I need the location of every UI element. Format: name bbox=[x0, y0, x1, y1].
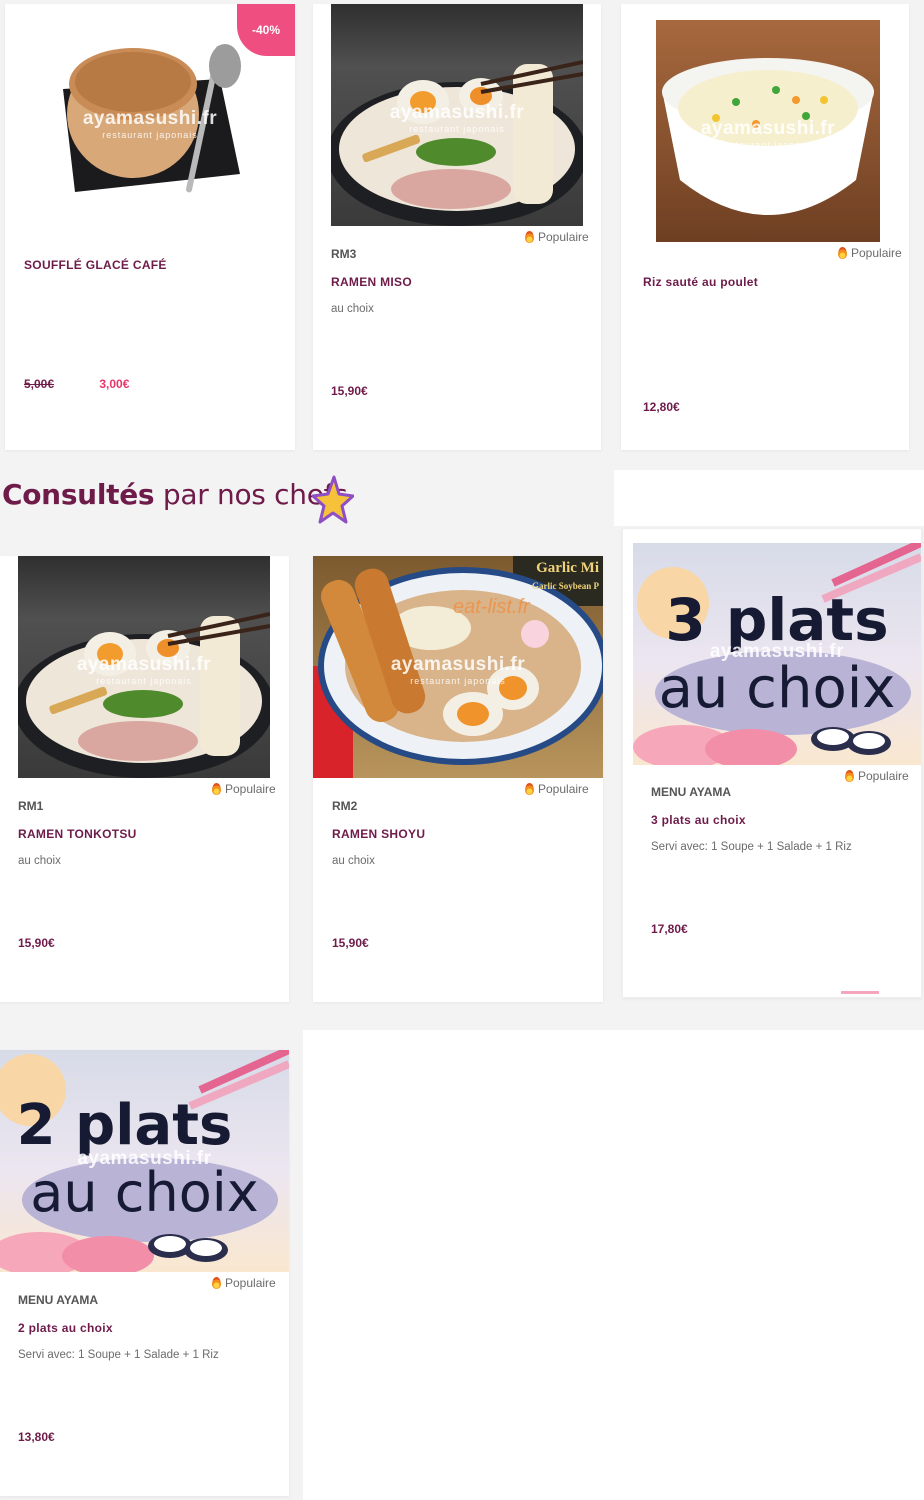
flame-icon bbox=[838, 247, 847, 259]
flame-icon bbox=[525, 231, 534, 243]
empty-panel bbox=[303, 1030, 924, 1500]
product-card-souffle[interactable]: ayamasushi.fr restaurant japonais -40% S… bbox=[5, 4, 295, 450]
product-price: 15,90€ bbox=[332, 936, 369, 950]
watermark-secondary: eat-list.fr bbox=[453, 596, 530, 618]
popular-tag: Populaire bbox=[525, 782, 589, 796]
product-image-riz-saute[interactable]: ayamasushi.fr restaurant japonais bbox=[656, 20, 880, 242]
menu-image-subtitle: au choix bbox=[658, 656, 896, 721]
popular-tag: Populaire bbox=[845, 769, 909, 783]
flame-icon bbox=[212, 1277, 221, 1289]
watermark: ayamasushi.fr bbox=[709, 640, 845, 662]
product-image-ramen-shoyu[interactable]: ayamasushi.fr restaurant japonais Garlic… bbox=[313, 556, 603, 778]
product-description: au choix bbox=[18, 855, 61, 867]
product-name[interactable]: SOUFFLÉ GLACÉ CAFÉ bbox=[24, 258, 167, 272]
product-code: RM1 bbox=[18, 799, 44, 813]
watermark: ayamasushi.fr restaurant japonais bbox=[82, 107, 218, 140]
product-image-souffle[interactable]: ayamasushi.fr restaurant japonais bbox=[45, 24, 255, 214]
watermark: ayamasushi.fr restaurant japonais bbox=[76, 653, 212, 686]
product-name[interactable]: 3 plats au choix bbox=[651, 813, 746, 827]
product-price: 15,90€ bbox=[18, 936, 55, 950]
product-name[interactable]: RAMEN MISO bbox=[331, 275, 412, 289]
product-price: 17,80€ bbox=[651, 922, 688, 936]
menu-image-title: 2 plats bbox=[16, 1093, 233, 1158]
product-image-ramen-tonkotsu[interactable]: ayamasushi.fr restaurant japonais bbox=[18, 556, 270, 778]
product-price: 12,80€ bbox=[643, 400, 680, 414]
product-card-riz-saute[interactable]: ayamasushi.fr restaurant japonais Popula… bbox=[621, 4, 909, 450]
section-title: Consultés par nos chefs bbox=[2, 478, 348, 511]
product-description: au choix bbox=[331, 303, 374, 315]
carousel-indicator bbox=[841, 991, 879, 994]
product-image-menu-3-plats[interactable]: 3 plats au choix ayamasushi.fr bbox=[633, 543, 921, 765]
flame-icon bbox=[212, 783, 221, 795]
product-description: au choix bbox=[332, 855, 375, 867]
price-row: 5,00€ 3,00€ bbox=[24, 377, 224, 391]
promo-price: 3,00€ bbox=[99, 377, 130, 391]
product-description: Servi avec: 1 Soupe + 1 Salade + 1 Riz bbox=[18, 1349, 219, 1361]
product-card-ramen-shoyu[interactable]: ayamasushi.fr restaurant japonais Garlic… bbox=[313, 556, 603, 1002]
package-label: Garlic Mi Garlic Soybean P bbox=[532, 560, 599, 591]
popular-tag: Populaire bbox=[525, 230, 589, 244]
old-price: 5,00€ bbox=[24, 377, 55, 391]
popular-tag: Populaire bbox=[212, 782, 276, 796]
product-card-menu-2-plats[interactable]: 2 plats au choix ayamasushi.fr Populaire… bbox=[0, 1050, 289, 1496]
product-card-ramen-tonkotsu[interactable]: ayamasushi.fr restaurant japonais Popula… bbox=[0, 556, 289, 1002]
popular-tag: Populaire bbox=[838, 246, 902, 260]
product-code: MENU AYAMA bbox=[18, 1293, 99, 1307]
product-price: 13,80€ bbox=[18, 1430, 55, 1444]
watermark: ayamasushi.fr restaurant japonais bbox=[700, 117, 836, 150]
flame-icon bbox=[845, 770, 854, 782]
product-name[interactable]: RAMEN SHOYU bbox=[332, 827, 425, 841]
star-icon bbox=[312, 475, 354, 524]
product-code: RM2 bbox=[332, 799, 358, 813]
watermark: ayamasushi.fr bbox=[77, 1147, 212, 1169]
product-price: 15,90€ bbox=[331, 384, 368, 398]
flame-icon bbox=[525, 783, 534, 795]
product-code: MENU AYAMA bbox=[651, 785, 732, 799]
product-name[interactable]: RAMEN TONKOTSU bbox=[18, 827, 137, 841]
popular-tag: Populaire bbox=[212, 1276, 276, 1290]
empty-panel-top bbox=[614, 470, 924, 526]
product-card-ramen-miso[interactable]: ayamasushi.fr restaurant japonais Popula… bbox=[313, 4, 601, 450]
product-name[interactable]: Riz sauté au poulet bbox=[643, 275, 758, 289]
product-code: RM3 bbox=[331, 247, 357, 261]
product-image-menu-2-plats[interactable]: 2 plats au choix ayamasushi.fr bbox=[0, 1050, 289, 1272]
product-card-menu-3-plats[interactable]: 3 plats au choix ayamasushi.fr Populaire… bbox=[622, 528, 922, 998]
watermark: ayamasushi.fr restaurant japonais bbox=[390, 653, 526, 686]
watermark: ayamasushi.fr restaurant japonais bbox=[389, 101, 525, 134]
product-name[interactable]: 2 plats au choix bbox=[18, 1321, 113, 1335]
product-description: Servi avec: 1 Soupe + 1 Salade + 1 Riz bbox=[651, 841, 852, 853]
menu-image-subtitle: au choix bbox=[30, 1161, 259, 1224]
product-image-ramen-miso[interactable]: ayamasushi.fr restaurant japonais bbox=[331, 4, 583, 226]
